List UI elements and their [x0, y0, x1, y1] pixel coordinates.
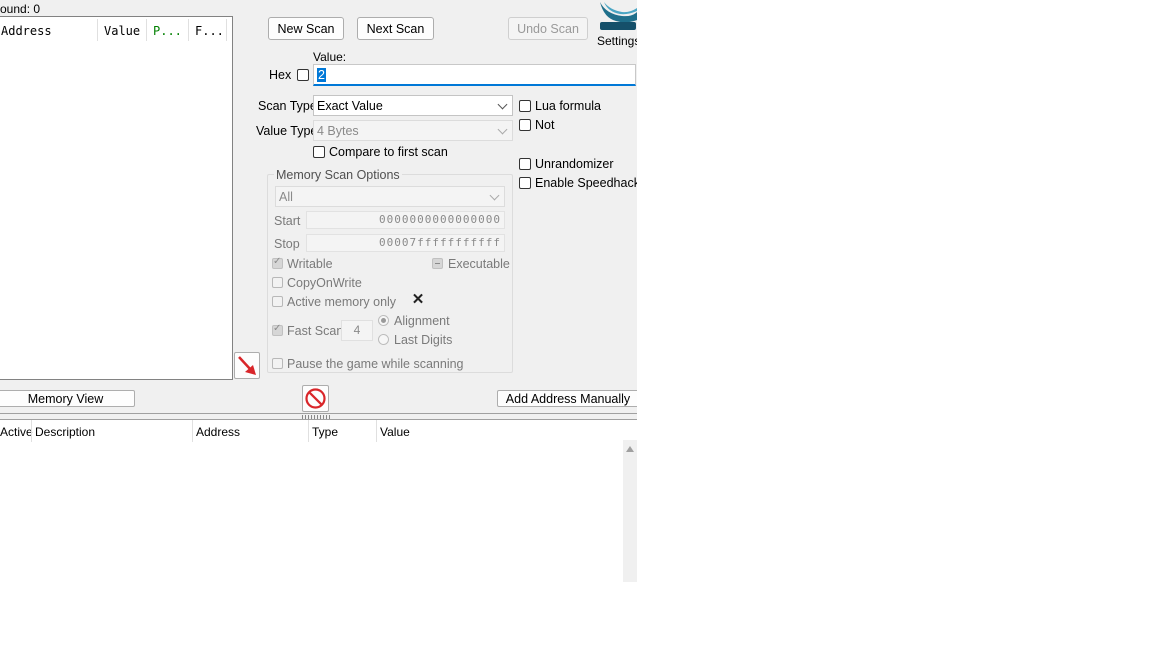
stop-icon [305, 388, 326, 409]
column-first[interactable]: F... [195, 24, 224, 38]
active-memory-checkbox[interactable] [272, 296, 283, 307]
unrandomizer-label: Unrandomizer [535, 157, 614, 171]
memory-scan-options-title: Memory Scan Options [274, 168, 402, 182]
alignment-radio[interactable] [378, 315, 389, 326]
fast-scan-checkbox[interactable] [272, 323, 283, 336]
start-label: Start [274, 214, 301, 228]
value-type-value: 4 Bytes [317, 123, 359, 138]
fast-scan-alignment-input[interactable]: 4 [341, 320, 373, 341]
memory-view-button[interactable]: Memory View [0, 390, 135, 407]
add-to-list-button[interactable] [234, 352, 260, 379]
column-type[interactable]: Type [312, 425, 338, 439]
settings-link[interactable]: Settings [597, 34, 637, 48]
not-label: Not [535, 118, 555, 132]
memory-region-select[interactable]: All [275, 186, 505, 207]
logo-icon [600, 2, 637, 30]
column-value[interactable]: Value [104, 24, 140, 38]
last-digits-label: Last Digits [394, 333, 453, 347]
value-type-select[interactable]: 4 Bytes [313, 120, 513, 141]
vertical-scrollbar[interactable] [623, 440, 637, 582]
clear-stop-button[interactable] [302, 385, 329, 412]
stop-label: Stop [274, 237, 300, 251]
next-scan-button[interactable]: Next Scan [357, 17, 434, 40]
close-icon[interactable]: ✕ [411, 292, 425, 308]
found-count-label: ound: 0 [0, 2, 41, 16]
column-active[interactable]: Active [0, 425, 33, 439]
chevron-down-icon [497, 99, 508, 110]
cheat-engine-logo[interactable] [596, 0, 637, 32]
compare-first-scan-label: Compare to first scan [329, 145, 448, 159]
value-input-text: 2 [317, 68, 326, 82]
copy-on-write-label: CopyOnWrite [287, 276, 362, 290]
chevron-down-icon [489, 190, 500, 201]
column-description[interactable]: Description [35, 425, 95, 439]
executable-label: Executable [448, 257, 510, 271]
column-previous[interactable]: P... [153, 24, 182, 38]
value-label: Value: [313, 50, 347, 64]
undo-scan-button[interactable]: Undo Scan [508, 17, 588, 40]
found-results-list[interactable]: Address Value P... F... [0, 16, 233, 380]
writable-label: Writable [287, 257, 333, 271]
speedhack-label: Enable Speedhack [535, 176, 637, 190]
column-value[interactable]: Value [380, 425, 410, 439]
active-memory-label: Active memory only [287, 295, 397, 309]
start-address-field[interactable]: 0000000000000000 [306, 211, 505, 229]
not-checkbox[interactable] [519, 119, 531, 131]
column-address[interactable]: Address [1, 24, 52, 38]
alignment-label: Alignment [394, 314, 450, 328]
add-address-manually-button[interactable]: Add Address Manually [497, 390, 637, 407]
lua-formula-label: Lua formula [535, 99, 602, 113]
memory-region-value: All [279, 189, 293, 204]
scan-type-value: Exact Value [317, 98, 383, 113]
address-table[interactable]: Active Description Address Type Value [0, 420, 637, 582]
value-type-label: Value Type [256, 124, 318, 138]
lua-formula-checkbox[interactable] [519, 100, 531, 112]
chevron-down-icon [497, 124, 508, 135]
hex-checkbox[interactable] [297, 69, 309, 81]
pause-game-checkbox[interactable] [272, 358, 283, 369]
arrow-down-right-icon [238, 356, 256, 375]
column-address[interactable]: Address [196, 425, 240, 439]
stop-address-field[interactable]: 00007fffffffffff [306, 234, 505, 252]
new-scan-button[interactable]: New Scan [268, 17, 344, 40]
value-input[interactable]: 2 [313, 64, 636, 86]
hex-label: Hex [269, 68, 292, 82]
scroll-up-icon[interactable] [626, 446, 634, 452]
cheat-engine-window: ound: 0 Address Value P... F... New Scan… [0, 0, 637, 582]
scan-type-label: Scan Type [258, 99, 317, 113]
writable-checkbox[interactable] [272, 256, 283, 269]
copy-on-write-checkbox[interactable] [272, 277, 283, 288]
pause-game-label: Pause the game while scanning [287, 357, 464, 371]
unrandomizer-checkbox[interactable] [519, 158, 531, 170]
last-digits-radio[interactable] [378, 334, 389, 345]
executable-checkbox[interactable] [432, 258, 443, 269]
compare-first-scan-checkbox[interactable] [313, 146, 325, 158]
fast-scan-label: Fast Scan [287, 324, 344, 338]
speedhack-checkbox[interactable] [519, 177, 531, 189]
splitter-line [0, 413, 637, 414]
scan-type-select[interactable]: Exact Value [313, 95, 513, 116]
